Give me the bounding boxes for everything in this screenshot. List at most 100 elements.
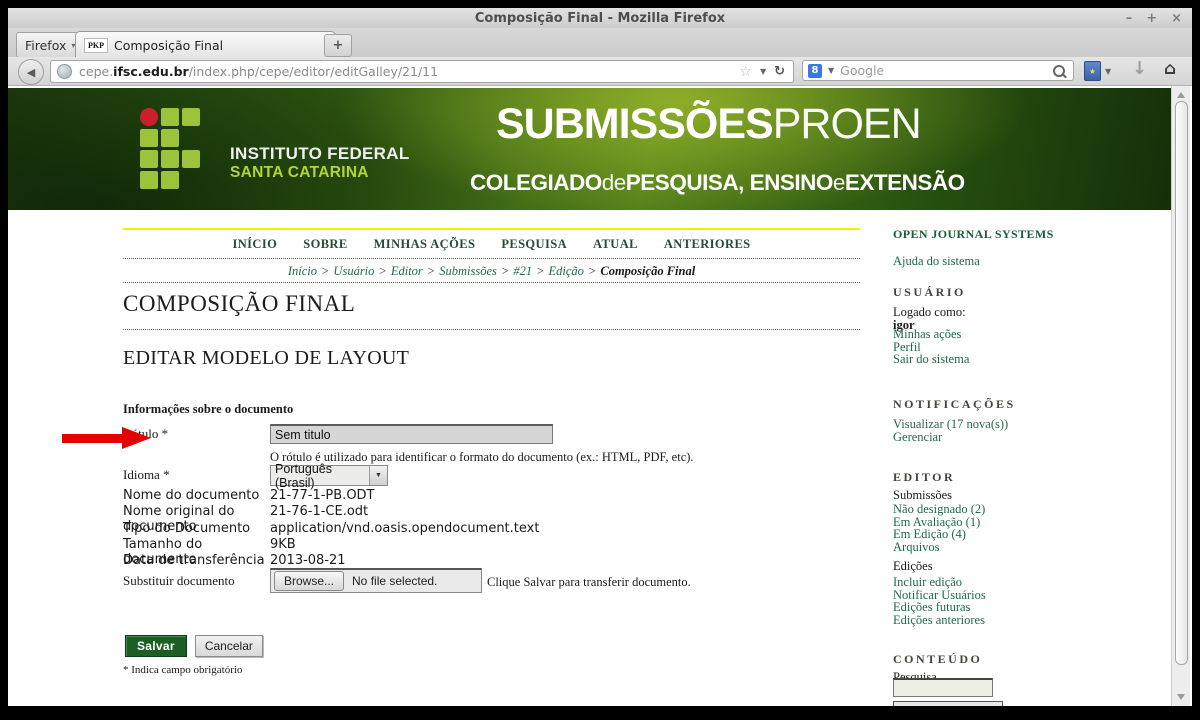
bookmarks-dropdown-icon[interactable]: ▼ bbox=[1105, 67, 1111, 76]
search-input[interactable]: Google bbox=[840, 63, 884, 78]
idioma-select[interactable]: Português (Brasil) ▼ bbox=[270, 465, 388, 486]
section-title: EDITAR MODELO DE LAYOUT bbox=[123, 347, 409, 370]
ifsc-logo bbox=[140, 108, 200, 189]
sidebar-item-minhas-acoes[interactable]: Minhas ações bbox=[893, 328, 969, 341]
pkp-favicon-icon: PKP bbox=[84, 38, 108, 53]
sidebar: OPEN JOURNAL SYSTEMS Ajuda do sistema US… bbox=[893, 86, 1168, 706]
back-button[interactable]: ◀ bbox=[18, 59, 44, 85]
nav-pesquisa[interactable]: PESQUISA bbox=[501, 237, 567, 252]
sidebar-item-nao-designado[interactable]: Não designado (2) bbox=[893, 503, 985, 516]
document-file-link[interactable]: 21-77-1-PB.ODT bbox=[270, 488, 375, 503]
breadcrumb-edicao[interactable]: Edição bbox=[549, 264, 584, 278]
search-scope-select[interactable] bbox=[893, 701, 1003, 706]
main-nav: INÍCIO SOBRE MINHAS AÇÕES PESQUISA ATUAL… bbox=[123, 237, 860, 252]
sidebar-heading-editor: EDITOR bbox=[893, 470, 955, 485]
no-file-text: No file selected. bbox=[352, 574, 437, 588]
bookmarks-button[interactable]: ★ ▼ bbox=[1084, 60, 1120, 82]
bookmark-star-icon[interactable]: ☆ bbox=[739, 64, 752, 80]
logo-red-dot bbox=[140, 108, 158, 126]
nav-minhas-acoes[interactable]: MINHAS AÇÕES bbox=[374, 237, 476, 252]
sidebar-heading-usuario: USUÁRIO bbox=[893, 285, 966, 300]
tab-label: Composição Final bbox=[114, 38, 223, 53]
home-icon: ⌂ bbox=[1164, 59, 1176, 79]
url-dropdown-icon[interactable]: ▼ bbox=[760, 67, 766, 76]
sidebar-item-em-edicao[interactable]: Em Edição (4) bbox=[893, 528, 985, 541]
save-button[interactable]: Salvar bbox=[125, 635, 187, 657]
new-tab-button[interactable]: + bbox=[324, 34, 352, 57]
breadcrumb-editor[interactable]: Editor bbox=[391, 264, 423, 278]
sidebar-item-gerenciar[interactable]: Gerenciar bbox=[893, 431, 1008, 444]
url-path: /index.php/cepe/editor/editGalley/21/11 bbox=[189, 64, 438, 79]
sidebar-item-edicoes-anteriores[interactable]: Edições anteriores bbox=[893, 614, 986, 627]
url-prefix: cepe. bbox=[79, 64, 113, 79]
org-line1: INSTITUTO FEDERAL bbox=[230, 144, 410, 164]
close-button[interactable]: × bbox=[1171, 11, 1182, 26]
search-input[interactable] bbox=[893, 678, 993, 697]
breadcrumb-submissoes[interactable]: Submissões bbox=[439, 264, 497, 278]
sidebar-item-visualizar[interactable]: Visualizar (17 nova(s)) bbox=[893, 418, 1008, 431]
scroll-down-icon[interactable] bbox=[1177, 694, 1185, 700]
file-upload-field[interactable]: Browse... No file selected. bbox=[270, 568, 482, 593]
firefox-menu-label: Firefox bbox=[25, 38, 66, 53]
sidebar-item-edicoes-futuras[interactable]: Edições futuras bbox=[893, 601, 986, 614]
org-name: INSTITUTO FEDERAL SANTA CATARINA bbox=[230, 144, 410, 181]
tab-composicao-final[interactable]: PKP Composição Final bbox=[75, 31, 336, 58]
url-domain: ifsc.edu.br bbox=[113, 64, 189, 79]
breadcrumb-usuario[interactable]: Usuário bbox=[333, 264, 374, 278]
window-title: Composição Final - Mozilla Firefox bbox=[475, 11, 725, 26]
search-icon[interactable] bbox=[1053, 65, 1065, 77]
cancel-button[interactable]: Cancelar bbox=[195, 635, 263, 657]
search-engine-dropdown-icon[interactable]: ▼ bbox=[828, 66, 834, 75]
maximize-button[interactable]: + bbox=[1146, 11, 1157, 26]
table-row: Tamanho do documento 9KB bbox=[123, 537, 723, 553]
downloads-button[interactable]: ↓ bbox=[1132, 58, 1147, 79]
yellow-divider bbox=[123, 228, 860, 230]
sidebar-heading-conteudo: CONTEÚDO bbox=[893, 652, 982, 667]
sidebar-item-ajuda[interactable]: Ajuda do sistema bbox=[893, 255, 980, 268]
page-viewport: INSTITUTO FEDERAL SANTA CATARINA SUBMISS… bbox=[8, 86, 1192, 706]
edicoes-label: Edições bbox=[893, 560, 933, 573]
journal-subtitle: COLEGIADOdePESQUISA, ENSINOeEXTENSÃO bbox=[470, 170, 965, 196]
document-info: Nome do documento 21-77-1-PB.ODT Nome or… bbox=[123, 488, 723, 569]
download-arrow-icon: ↓ bbox=[1132, 58, 1147, 79]
search-bar[interactable]: 8 ▼ Google bbox=[802, 60, 1074, 81]
urlbar-actions: ☆ ▼ ↻ bbox=[739, 64, 793, 80]
home-button[interactable]: ⌂ bbox=[1164, 59, 1176, 79]
chevron-down-icon[interactable]: ▼ bbox=[369, 466, 387, 485]
vertical-scrollbar[interactable] bbox=[1171, 86, 1190, 706]
scroll-up-icon[interactable] bbox=[1177, 92, 1185, 98]
sidebar-item-arquivos[interactable]: Arquivos bbox=[893, 541, 985, 554]
navigation-toolbar: ◀ cepe.ifsc.edu.br/index.php/cepe/editor… bbox=[8, 57, 1192, 86]
reload-icon[interactable]: ↻ bbox=[774, 64, 785, 79]
breadcrumb: Início>Usuário>Editor>Submissões>#21>Edi… bbox=[123, 264, 860, 279]
back-arrow-icon: ◀ bbox=[27, 66, 35, 79]
required-note: * Indica campo obrigatório bbox=[123, 664, 242, 676]
sidebar-heading-notificacoes: NOTIFICAÇÕES bbox=[893, 397, 1016, 412]
window-controls: – + × bbox=[1126, 8, 1182, 28]
rotulo-input[interactable]: Sem titulo bbox=[270, 424, 553, 444]
divider bbox=[123, 258, 860, 259]
nav-atual[interactable]: ATUAL bbox=[593, 237, 638, 252]
minimize-button[interactable]: – bbox=[1126, 11, 1133, 26]
url-bar[interactable]: cepe.ifsc.edu.br/index.php/cepe/editor/e… bbox=[50, 60, 794, 83]
nav-anteriores[interactable]: ANTERIORES bbox=[664, 237, 751, 252]
breadcrumb-21[interactable]: #21 bbox=[513, 264, 532, 278]
idioma-label: Idioma * bbox=[123, 467, 170, 483]
nav-sobre[interactable]: SOBRE bbox=[303, 237, 347, 252]
divider bbox=[123, 329, 860, 330]
sidebar-item-incluir-edicao[interactable]: Incluir edição bbox=[893, 576, 986, 589]
window-titlebar[interactable]: Composição Final - Mozilla Firefox – + × bbox=[8, 8, 1192, 28]
breadcrumb-inicio[interactable]: Início bbox=[288, 264, 317, 278]
browse-button[interactable]: Browse... bbox=[274, 571, 344, 591]
tab-strip: Firefox ▾ PKP Composição Final + bbox=[8, 28, 1192, 57]
form-buttons: Salvar Cancelar bbox=[125, 635, 263, 657]
form-intro: Informações sobre o documento bbox=[123, 402, 293, 417]
scrollbar-thumb[interactable] bbox=[1175, 101, 1188, 665]
page-title: COMPOSIÇÃO FINAL bbox=[123, 291, 355, 317]
google-icon: 8 bbox=[808, 64, 822, 78]
nav-inicio[interactable]: INÍCIO bbox=[232, 237, 277, 252]
logged-as-label: Logado como: bbox=[893, 306, 966, 319]
sidebar-item-sair[interactable]: Sair do sistema bbox=[893, 353, 969, 366]
upload-note: Clique Salvar para transferir documento. bbox=[487, 575, 691, 590]
substituir-label: Substituir documento bbox=[123, 573, 235, 589]
